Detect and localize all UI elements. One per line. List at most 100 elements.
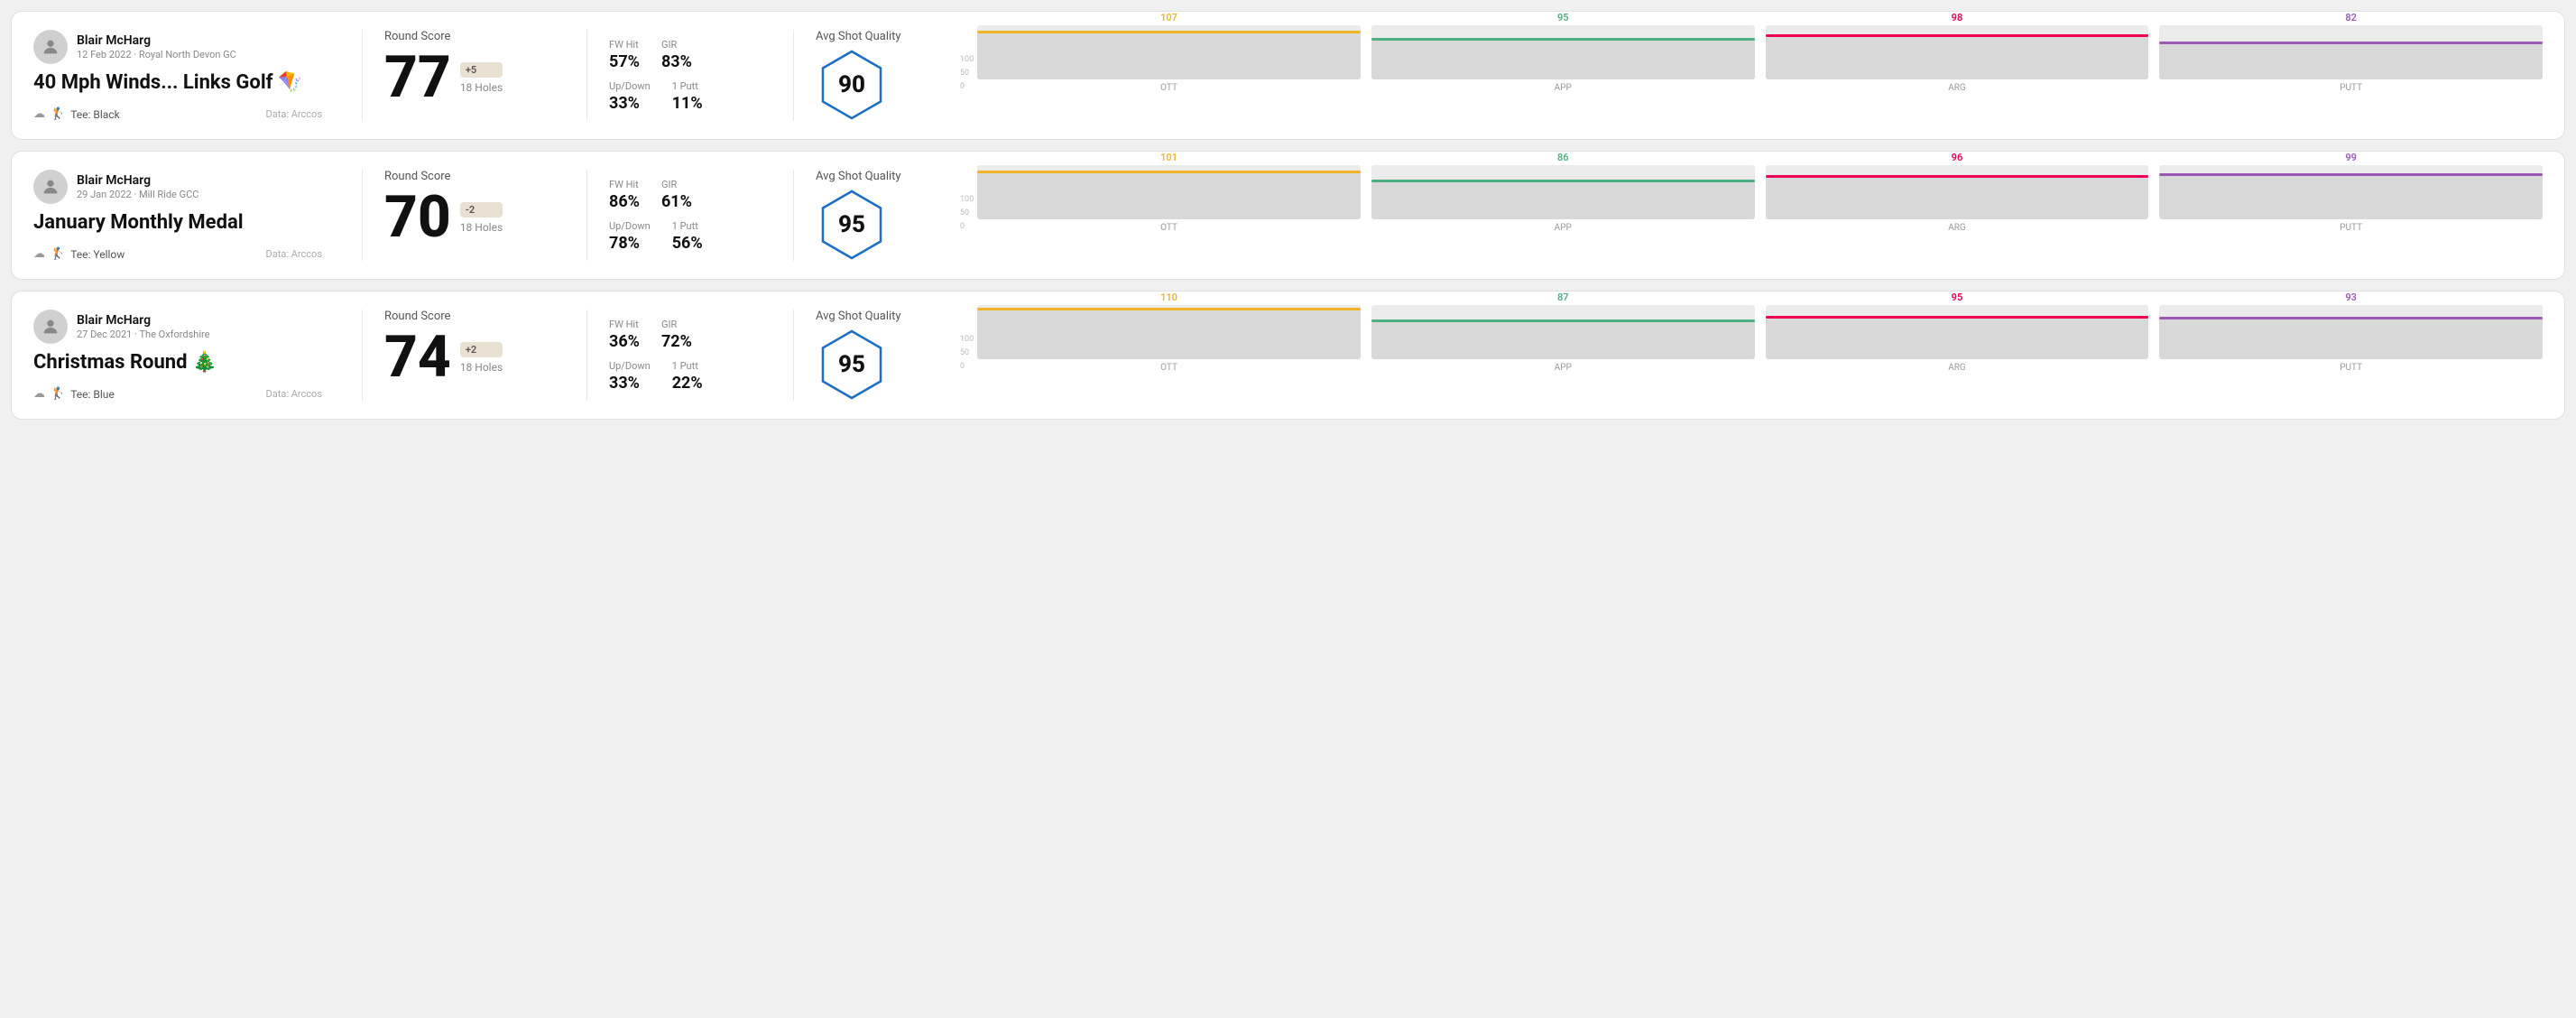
score-details-round3: +2 18 Holes	[460, 342, 503, 374]
stats-row1-round2: FW Hit 86% GIR 61%	[609, 179, 753, 211]
bar-label-arg: ARG	[1948, 223, 1966, 233]
bar-bg-putt	[2159, 25, 2543, 79]
bar-bg-arg	[1766, 305, 2149, 359]
fw-hit-value-round3: 36%	[609, 332, 640, 351]
bag-icon: 🏌	[51, 247, 65, 261]
chart-y-axis-round1: 100 50 0	[960, 39, 974, 93]
user-icon	[41, 317, 60, 337]
bar-label-app: APP	[1555, 223, 1572, 233]
chart-col-arg: 98 ARG	[1766, 12, 2149, 93]
chart-col-arg: 95 ARG	[1766, 292, 2149, 373]
round-card-round3: Blair McHarg 27 Dec 2021 · The Oxfordshi…	[11, 291, 2565, 420]
stats-section-round3: FW Hit 36% GIR 72% Up/Down 33% 1 Putt 22…	[609, 310, 771, 401]
score-holes-round1: 18 Holes	[460, 81, 503, 94]
user-info-round1: Blair McHarg 12 Feb 2022 · Royal North D…	[77, 32, 236, 61]
divider3-round3	[793, 310, 794, 401]
bar-fill-app	[1371, 322, 1755, 359]
chart-area-round3: 110 OTT 87 APP 95	[977, 319, 2543, 373]
chart-inner-round3: 100 50 0 110 OTT 87	[960, 310, 2543, 401]
bar-bg-ott	[977, 25, 1361, 79]
bar-fill-arg	[1766, 37, 2149, 79]
user-name-round1: Blair McHarg	[77, 32, 236, 49]
stats-row2-round3: Up/Down 33% 1 Putt 22%	[609, 360, 753, 393]
bar-value-putt: 99	[2345, 152, 2357, 163]
score-details-round1: +5 18 Holes	[460, 62, 503, 94]
bar-line-arg	[1766, 34, 2149, 37]
bar-label-arg: ARG	[1948, 363, 1966, 373]
score-badge-round3: +2	[460, 342, 503, 357]
stats-row1-round3: FW Hit 36% GIR 72%	[609, 319, 753, 351]
hexagon-round2: 95	[816, 189, 888, 261]
y-50: 50	[960, 69, 974, 78]
chart-bars-round3: 110 OTT 87 APP 95	[977, 319, 2543, 373]
y-100: 100	[960, 195, 974, 204]
bar-fill-ott	[977, 310, 1361, 359]
tee-info-round1: ☁ 🏌 Tee: Black	[33, 107, 120, 121]
chart-inner-round1: 100 50 0 107 OTT 95	[960, 30, 2543, 121]
round-score-label-round1: Round Score	[384, 30, 547, 43]
hexagon-container-round1: 90	[816, 49, 888, 121]
gir-stat-round3: GIR 72%	[661, 319, 692, 351]
round-title-round2: January Monthly Medal	[33, 211, 322, 235]
round-title-round3: Christmas Round 🎄	[33, 351, 322, 375]
divider1-round3	[362, 310, 363, 401]
y-50: 50	[960, 208, 974, 217]
up-down-stat-round3: Up/Down 33%	[609, 360, 651, 393]
gir-label-round2: GIR	[661, 179, 692, 190]
chart-col-app: 86 APP	[1371, 152, 1755, 233]
bar-fill-ott	[977, 173, 1361, 219]
chart-inner-round2: 100 50 0 101 OTT 86	[960, 170, 2543, 261]
stats-row2-round1: Up/Down 33% 1 Putt 11%	[609, 80, 753, 113]
chart-col-arg: 96 ARG	[1766, 152, 2149, 233]
avg-shot-quality-label-round3: Avg Shot Quality	[816, 310, 901, 323]
chart-col-putt: 93 PUTT	[2159, 292, 2543, 373]
bar-value-arg: 95	[1952, 292, 1963, 303]
card-footer-round2: ☁ 🏌 Tee: Yellow Data: Arccos	[33, 247, 322, 261]
hexagon-score-round2: 95	[838, 211, 865, 238]
user-icon	[41, 177, 60, 197]
up-down-value-round3: 33%	[609, 374, 651, 393]
up-down-value-round2: 78%	[609, 234, 651, 253]
bar-line-arg	[1766, 316, 2149, 319]
data-source-round3: Data: Arccos	[266, 388, 322, 400]
tee-info-round2: ☁ 🏌 Tee: Yellow	[33, 247, 125, 261]
score-section-round3: Round Score 74 +2 18 Holes	[384, 310, 565, 401]
round-score-label-round3: Round Score	[384, 310, 547, 323]
bar-value-putt: 93	[2345, 292, 2357, 303]
chart-col-app: 87 APP	[1371, 292, 1755, 373]
divider1-round1	[362, 30, 363, 121]
hexagon-round3: 95	[816, 329, 888, 401]
user-name-round3: Blair McHarg	[77, 312, 209, 329]
card-left-round2: Blair McHarg 29 Jan 2022 · Mill Ride GCC…	[33, 170, 340, 261]
score-section-round2: Round Score 70 -2 18 Holes	[384, 170, 565, 261]
chart-section-round3: 100 50 0 110 OTT 87	[960, 310, 2543, 401]
bar-bg-arg	[1766, 25, 2149, 79]
y-100: 100	[960, 55, 974, 64]
chart-y-axis-round2: 100 50 0	[960, 179, 974, 233]
bar-value-ott: 110	[1160, 292, 1177, 303]
y-0: 0	[960, 82, 974, 91]
bar-label-putt: PUTT	[2340, 363, 2362, 373]
hexagon-score-round3: 95	[838, 351, 865, 378]
score-details-round2: -2 18 Holes	[460, 202, 503, 234]
score-section-round1: Round Score 77 +5 18 Holes	[384, 30, 565, 121]
one-putt-stat-round1: 1 Putt 11%	[672, 80, 703, 113]
bar-fill-app	[1371, 182, 1755, 219]
bar-value-arg: 98	[1952, 12, 1963, 23]
bar-value-putt: 82	[2345, 12, 2357, 23]
bar-label-ott: OTT	[1160, 223, 1177, 233]
chart-section-round1: 100 50 0 107 OTT 95	[960, 30, 2543, 121]
bar-label-putt: PUTT	[2340, 83, 2362, 93]
avatar-round3	[33, 310, 68, 344]
bar-value-ott: 101	[1160, 152, 1177, 163]
bar-label-putt: PUTT	[2340, 223, 2362, 233]
tee-label-round3: Tee: Blue	[70, 388, 115, 401]
bar-line-putt	[2159, 317, 2543, 319]
bar-line-ott	[977, 171, 1361, 173]
one-putt-stat-round3: 1 Putt 22%	[672, 360, 703, 393]
bar-fill-ott	[977, 33, 1361, 79]
bar-line-ott	[977, 308, 1361, 310]
y-0: 0	[960, 222, 974, 231]
card-footer-round1: ☁ 🏌 Tee: Black Data: Arccos	[33, 107, 322, 121]
bar-bg-putt	[2159, 165, 2543, 219]
